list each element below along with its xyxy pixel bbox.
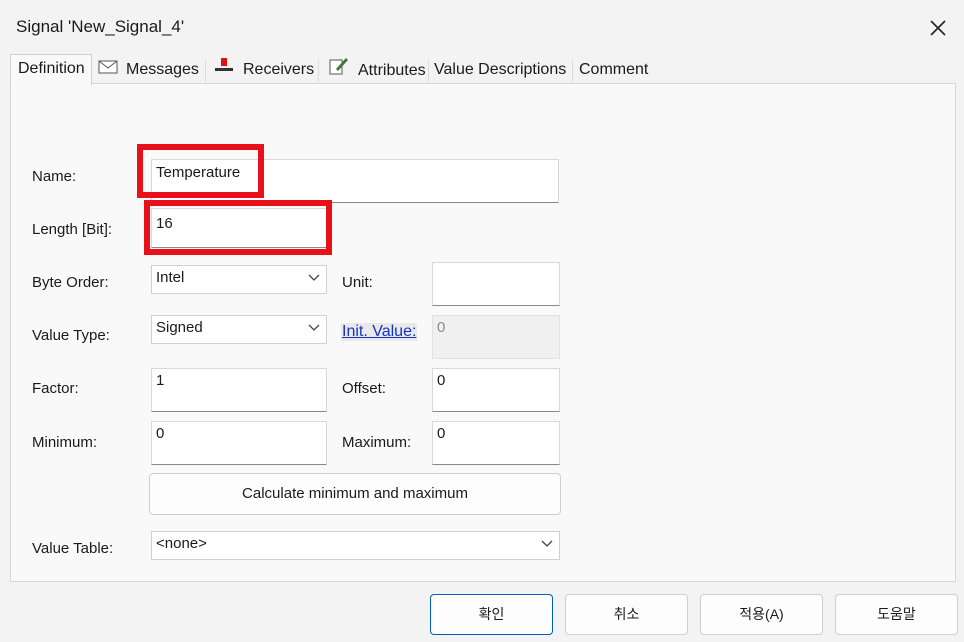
init-value-input: 0 xyxy=(432,315,560,359)
dialog-footer: 확인 취소 적용(A) 도움말 xyxy=(0,582,964,642)
factor-input[interactable]: 1 xyxy=(151,368,327,412)
byte-order-select[interactable]: Intel xyxy=(151,265,327,294)
chevron-down-icon xyxy=(541,540,553,547)
close-button[interactable] xyxy=(922,12,954,44)
tab-messages[interactable]: Messages xyxy=(94,56,203,84)
tab-label: Attributes xyxy=(358,62,426,80)
tab-attributes[interactable]: Attributes xyxy=(324,56,430,84)
init-value-link[interactable]: Init. Value: xyxy=(341,323,418,341)
highlight-box xyxy=(144,200,332,255)
tab-label: Messages xyxy=(126,61,199,79)
tab-value-descriptions[interactable]: Value Descriptions xyxy=(430,56,570,84)
tab-receivers[interactable]: Receivers xyxy=(209,56,318,84)
tab-label: Definition xyxy=(18,60,85,77)
chevron-down-icon xyxy=(308,324,320,331)
value-table-value: <none> xyxy=(156,535,207,552)
tab-separator xyxy=(205,60,206,82)
cancel-button[interactable]: 취소 xyxy=(565,594,688,635)
title-bar: Signal 'New_Signal_4' xyxy=(0,0,964,54)
maximum-input[interactable]: 0 xyxy=(432,421,560,465)
offset-label: Offset: xyxy=(342,380,386,397)
value-table-label: Value Table: xyxy=(32,540,114,557)
value-type-select[interactable]: Signed xyxy=(151,315,327,344)
unit-label: Unit: xyxy=(342,274,373,291)
highlight-box xyxy=(137,144,264,198)
definition-panel: Name: Temperature Length [Bit]: 16 Byte … xyxy=(10,83,956,582)
byte-order-value: Intel xyxy=(156,269,185,286)
tab-separator xyxy=(428,60,429,82)
chevron-down-icon xyxy=(308,274,320,281)
offset-input[interactable]: 0 xyxy=(432,368,560,412)
value-type-value: Signed xyxy=(156,319,203,336)
calculate-min-max-button[interactable]: Calculate minimum and maximum xyxy=(149,473,561,515)
maximum-label: Maximum: xyxy=(342,434,412,451)
tab-separator xyxy=(572,60,573,82)
tab-separator xyxy=(318,60,319,82)
ok-button[interactable]: 확인 xyxy=(430,594,553,635)
factor-label: Factor: xyxy=(32,380,79,397)
value-type-label: Value Type: xyxy=(32,327,110,344)
receiver-icon xyxy=(213,56,235,84)
window-title: Signal 'New_Signal_4' xyxy=(16,17,185,36)
tab-label: Comment xyxy=(579,61,649,78)
value-table-select[interactable]: <none> xyxy=(151,531,560,560)
length-label: Length [Bit]: xyxy=(32,221,113,238)
tab-definition[interactable]: Definition xyxy=(10,54,92,85)
apply-button[interactable]: 적용(A) xyxy=(700,594,823,635)
name-label: Name: xyxy=(32,168,77,185)
tab-comment[interactable]: Comment xyxy=(575,56,652,84)
byte-order-label: Byte Order: xyxy=(32,274,109,291)
unit-input[interactable] xyxy=(432,262,560,306)
pencil-note-icon xyxy=(328,56,350,86)
help-button[interactable]: 도움말 xyxy=(835,594,958,635)
envelope-icon xyxy=(98,56,118,84)
minimum-label: Minimum: xyxy=(32,434,98,451)
tab-label: Value Descriptions xyxy=(434,61,567,78)
tab-strip: Definition Messages Receivers Attributes… xyxy=(10,54,956,85)
tab-label: Receivers xyxy=(243,61,315,79)
close-icon xyxy=(930,20,946,36)
minimum-input[interactable]: 0 xyxy=(151,421,327,465)
